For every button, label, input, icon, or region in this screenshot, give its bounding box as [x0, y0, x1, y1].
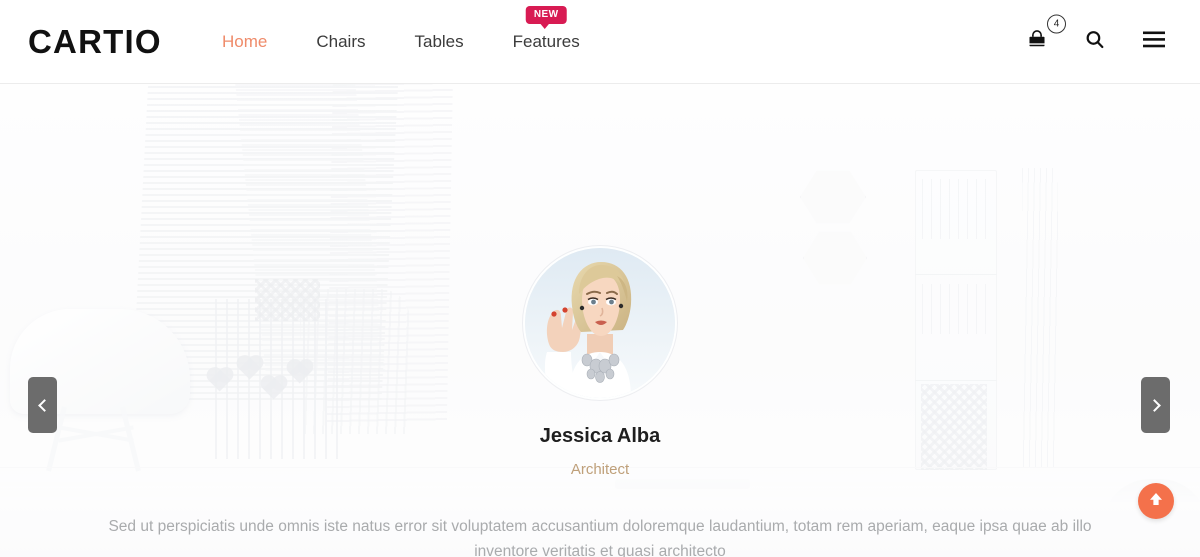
page-root: CARTIO Home Chairs Tables NEW Features 4… [0, 0, 1200, 557]
nav-item-home-label: Home [222, 32, 268, 51]
nav-item-features-label: Features [512, 32, 580, 51]
arrow-up-icon [1147, 490, 1165, 513]
header-actions: 4 [1026, 14, 1166, 55]
cart-button[interactable]: 4 [1026, 14, 1066, 55]
nav-item-chairs[interactable]: Chairs [316, 0, 365, 84]
chevron-left-icon [37, 398, 51, 412]
person-quote: Sed ut perspiciatis unde omnis iste natu… [108, 518, 1092, 557]
menu-button[interactable] [1142, 30, 1166, 53]
slider-prev-button[interactable] [28, 377, 57, 433]
hero-slider: Jessica Alba Architect Sed ut perspiciat… [0, 84, 1200, 557]
hamburger-menu-icon [1142, 30, 1166, 53]
nav-item-tables[interactable]: Tables [414, 0, 463, 84]
person-role: Architect [570, 461, 630, 478]
slider-next-button[interactable] [1141, 377, 1170, 433]
search-button[interactable] [1084, 28, 1106, 55]
shopping-bag-icon [1026, 28, 1048, 55]
new-badge: NEW [525, 6, 567, 29]
person-name: Jessica Alba [539, 425, 661, 447]
nav-item-features[interactable]: NEW Features [513, 0, 580, 84]
avatar [525, 248, 675, 398]
search-icon [1084, 28, 1106, 55]
hero-slide: Jessica Alba Architect Sed ut perspiciat… [0, 84, 1200, 557]
site-logo[interactable]: CARTIO [28, 23, 162, 61]
site-header: CARTIO Home Chairs Tables NEW Features 4 [0, 0, 1200, 84]
nav-item-tables-label: Tables [414, 32, 464, 51]
nav-item-chairs-label: Chairs [316, 32, 366, 51]
scroll-to-top-button[interactable] [1138, 483, 1174, 519]
chevron-right-icon [1147, 398, 1161, 412]
cart-count-badge: 4 [1047, 14, 1066, 33]
nav-item-home[interactable]: Home [222, 0, 267, 84]
main-navigation: Home Chairs Tables NEW Features [222, 0, 580, 84]
